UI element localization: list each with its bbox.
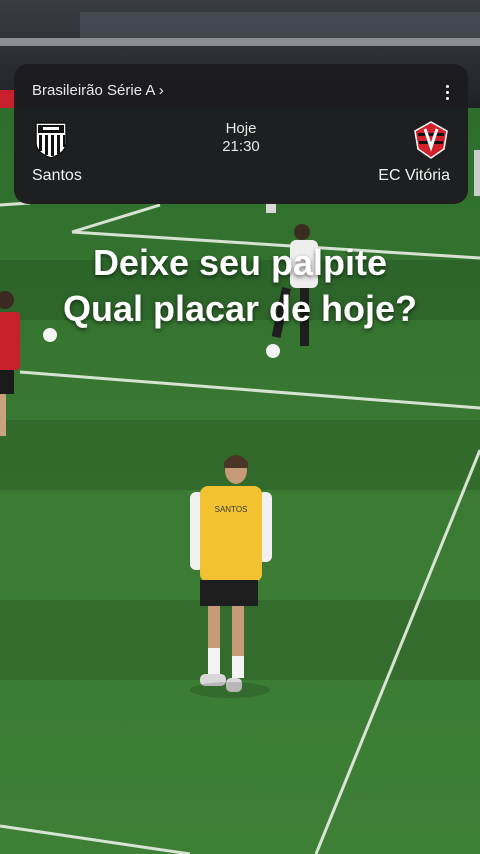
svg-text:SANTOS: SANTOS	[215, 505, 248, 514]
match-card[interactable]: Brasileirão Série A › Hoje 21:30 Santos …	[14, 64, 468, 204]
competition-link[interactable]: Brasileirão Série A ›	[32, 82, 164, 99]
caption-line-2: Qual placar de hoje?	[62, 288, 418, 329]
kickoff-info: Hoje 21:30	[14, 120, 468, 156]
home-team-name: Santos	[32, 167, 82, 184]
overlay-caption: Deixe seu palpite Qual placar de hoje?	[0, 240, 480, 332]
more-vert-icon[interactable]	[440, 81, 454, 103]
caption-line-1: Deixe seu palpite	[92, 242, 388, 283]
ball	[266, 344, 280, 358]
kickoff-day: Hoje	[225, 120, 257, 137]
kickoff-time: 21:30	[222, 138, 260, 155]
away-team-name: EC Vitória	[378, 167, 450, 184]
vitoria-crest-icon	[414, 121, 448, 159]
